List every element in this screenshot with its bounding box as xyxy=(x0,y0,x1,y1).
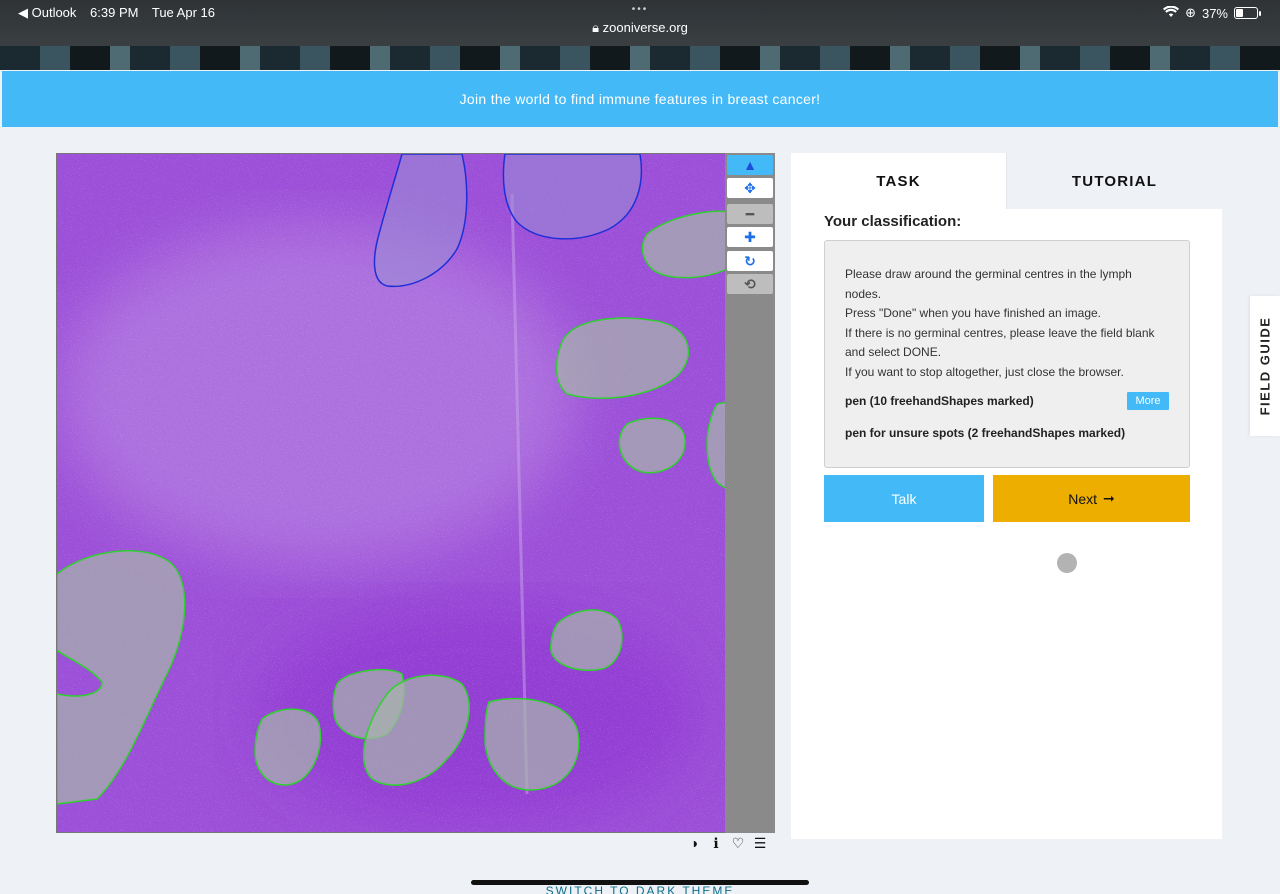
talk-button[interactable]: Talk xyxy=(824,475,984,522)
germinal-mark-3 xyxy=(618,417,686,474)
zoom-in-icon[interactable]: ✚ xyxy=(727,227,773,247)
task-tabs: TASK TUTORIAL xyxy=(791,153,1222,209)
tab-task[interactable]: TASK xyxy=(791,153,1006,209)
field-guide-label: FIELD GUIDE xyxy=(1257,316,1273,416)
instruction-line: Please draw around the germinal centres … xyxy=(845,267,1132,301)
battery-level xyxy=(1236,9,1244,17)
pen-tool-label: pen (10 freehandShapes marked) xyxy=(845,394,1034,408)
talk-button-label: Talk xyxy=(891,490,917,507)
battery-icon xyxy=(1234,7,1261,19)
info-icon[interactable]: ℹ xyxy=(708,835,724,851)
select-pointer-icon[interactable]: ▲ xyxy=(727,155,773,175)
tab-dots-icon[interactable]: ••• xyxy=(0,4,1280,16)
more-button[interactable]: More xyxy=(1127,392,1169,410)
move-icon[interactable]: ✥ xyxy=(727,178,773,198)
instruction-line: Press "Done" when you have finished an i… xyxy=(845,306,1102,320)
image-toolbar: ▲ ✥ ━ ✚ ↻ ⟲ xyxy=(725,153,775,833)
pen-unsure-tool[interactable]: pen for unsure spots (2 freehandShapes m… xyxy=(845,422,1169,444)
reset-icon[interactable]: ⟲ xyxy=(727,274,773,294)
next-button-label: Next xyxy=(1068,490,1098,507)
project-banner: Join the world to find immune features i… xyxy=(2,71,1278,127)
heart-icon[interactable]: ♡ xyxy=(730,835,746,851)
lock-icon: 🔒︎ xyxy=(592,20,599,35)
home-indicator xyxy=(471,880,809,885)
url-text: zooniverse.org xyxy=(602,20,688,35)
battery-percent: 37% xyxy=(1201,5,1228,21)
germinal-mark-10 xyxy=(484,697,580,791)
task-instructions: Please draw around the germinal centres … xyxy=(845,265,1169,382)
viewer-footer-actions: ◑ ℹ ♡ ☰ xyxy=(686,835,768,852)
loading-dot xyxy=(1057,553,1077,573)
instruction-line: If you want to stop altogether, just clo… xyxy=(845,364,1124,379)
url-label[interactable]: 🔒︎ zooniverse.org xyxy=(0,20,1280,36)
pen-unsure-tool-label: pen for unsure spots (2 freehandShapes m… xyxy=(845,426,1126,440)
collections-list-icon[interactable]: ☰ xyxy=(752,835,768,851)
task-panel: TASK TUTORIAL Your classification: Pleas… xyxy=(791,153,1222,839)
wifi-icon xyxy=(1163,5,1180,21)
address-area: ••• 🔒︎ zooniverse.org xyxy=(0,4,1280,36)
field-guide-tab[interactable]: FIELD GUIDE xyxy=(1250,296,1280,436)
arrow-right-icon: ➞ xyxy=(1103,490,1115,506)
status-right: ⊕ 37% xyxy=(1163,5,1261,21)
invert-icon[interactable]: ◑ xyxy=(686,835,702,851)
tissue-image[interactable] xyxy=(57,154,726,833)
tab-tutorial[interactable]: TUTORIAL xyxy=(1006,153,1222,209)
switch-dark-theme-link[interactable]: SWITCH TO DARK THEME xyxy=(0,884,1280,894)
project-hero-strip xyxy=(0,46,1280,70)
instruction-line: If there is no germinal centres, please … xyxy=(845,325,1155,360)
orientation-lock-icon: ⊕ xyxy=(1185,5,1196,20)
pen-tool[interactable]: pen (10 freehandShapes marked) More xyxy=(845,390,1169,412)
rotate-icon[interactable]: ↻ xyxy=(727,251,773,271)
ios-status-bar: ◀ Outlook 6:39 PM Tue Apr 16 ••• 🔒︎ zoon… xyxy=(0,0,1280,46)
zoom-out-icon[interactable]: ━ xyxy=(727,204,773,224)
classification-heading: Your classification: xyxy=(824,213,962,230)
task-question-box: Please draw around the germinal centres … xyxy=(824,240,1190,468)
subject-image-viewer[interactable] xyxy=(56,153,726,833)
next-button[interactable]: Next ➞ xyxy=(993,475,1190,522)
